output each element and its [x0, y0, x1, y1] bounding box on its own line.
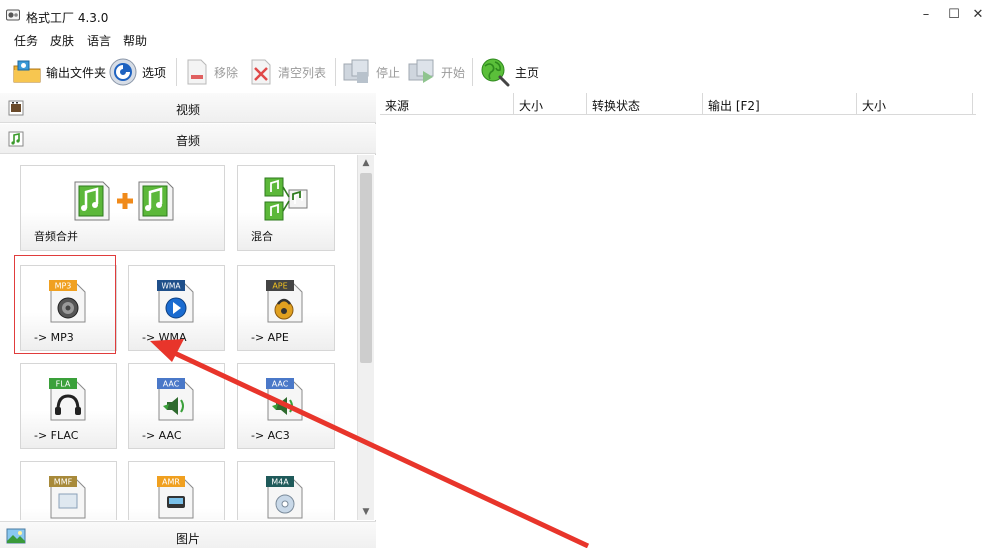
tile-to-flac[interactable]: FLA -> FLAC	[20, 363, 117, 449]
ape-icon: APE	[264, 278, 308, 324]
home-button[interactable]: 主页	[479, 56, 539, 88]
app-logo-icon	[6, 9, 20, 21]
svg-text:AAC: AAC	[272, 380, 289, 389]
menu-skin[interactable]: 皮肤	[50, 32, 74, 49]
svg-text:APE: APE	[272, 282, 287, 291]
svg-text:M4A: M4A	[271, 478, 289, 487]
tile-to-wma[interactable]: WMA -> WMA	[128, 265, 225, 351]
remove-button[interactable]: 移除	[184, 56, 238, 88]
clear-list-button[interactable]: 清空列表	[248, 56, 326, 88]
svg-text:FLA: FLA	[56, 380, 71, 389]
minimize-button[interactable]: –	[916, 6, 936, 24]
flac-icon: FLA	[47, 376, 91, 422]
aac-icon: AAC	[155, 376, 199, 422]
svg-text:WMA: WMA	[161, 282, 181, 291]
toolbar-separator	[176, 58, 177, 86]
audio-mix-icon	[263, 176, 309, 224]
amr-icon: AMR	[155, 474, 199, 520]
tile-to-aac[interactable]: AAC -> AAC	[128, 363, 225, 449]
stop-icon	[342, 58, 372, 86]
tile-to-ac3[interactable]: AAC -> AC3	[237, 363, 335, 449]
category-video[interactable]: 视频	[0, 93, 376, 123]
ac3-icon: AAC	[264, 376, 308, 422]
globe-icon	[479, 56, 511, 88]
column-status[interactable]: 转换状态	[587, 93, 703, 115]
scroll-thumb[interactable]	[360, 173, 372, 363]
svg-text:AMR: AMR	[162, 478, 180, 487]
category-panel: 视频 音频 音频合并 混合 MP3 -> MP3 WMA -> WMA APE …	[0, 93, 376, 548]
audio-merge-icon	[73, 178, 177, 224]
output-folder-button[interactable]: 输出文件夹	[12, 56, 106, 88]
tile-to-m4a[interactable]: M4A	[237, 461, 335, 520]
task-list-panel: 来源 大小 转换状态 输出 [F2] 大小	[378, 93, 989, 548]
tile-to-mmf[interactable]: MMF	[20, 461, 117, 520]
tile-audio-merge[interactable]: 音频合并	[20, 165, 225, 251]
column-source[interactable]: 来源	[380, 93, 514, 115]
toolbar-separator	[472, 58, 473, 86]
title-bar: 格式工厂 4.3.0 – ☐ ✕	[0, 0, 989, 30]
start-button[interactable]: 开始	[407, 56, 465, 88]
menu-language[interactable]: 语言	[87, 32, 111, 49]
tile-to-amr[interactable]: AMR	[128, 461, 225, 520]
menu-task[interactable]: 任务	[14, 32, 38, 49]
svg-text:AAC: AAC	[163, 380, 180, 389]
options-button[interactable]: 选项	[108, 56, 166, 88]
menu-bar: 任务 皮肤 语言 帮助	[0, 30, 989, 50]
gear-icon	[108, 57, 138, 87]
clear-icon	[248, 58, 274, 86]
scroll-up-arrow-icon[interactable]: ▲	[358, 155, 374, 171]
maximize-button[interactable]: ☐	[944, 6, 964, 24]
category-audio[interactable]: 音频	[0, 124, 376, 154]
tiles-scrollbar[interactable]: ▲ ▼	[357, 155, 374, 520]
category-image[interactable]: 图片	[0, 521, 376, 548]
tile-to-ape[interactable]: APE -> APE	[237, 265, 335, 351]
wma-icon: WMA	[155, 278, 199, 324]
tile-audio-mix[interactable]: 混合	[237, 165, 335, 251]
stop-button[interactable]: 停止	[342, 56, 400, 88]
scroll-down-arrow-icon[interactable]: ▼	[358, 504, 374, 520]
column-output-size[interactable]: 大小	[857, 93, 973, 115]
close-button[interactable]: ✕	[968, 6, 988, 24]
column-output[interactable]: 输出 [F2]	[703, 93, 857, 115]
window-title: 格式工厂 4.3.0	[26, 11, 109, 25]
menu-help[interactable]: 帮助	[123, 32, 147, 49]
selection-highlight	[14, 255, 116, 354]
audio-tiles: 音频合并 混合 MP3 -> MP3 WMA -> WMA APE -> APE…	[0, 155, 376, 520]
column-size[interactable]: 大小	[514, 93, 587, 115]
toolbar-separator	[335, 58, 336, 86]
remove-icon	[184, 58, 210, 86]
folder-icon	[12, 59, 42, 85]
mmf-icon: MMF	[47, 474, 91, 520]
m4a-icon: M4A	[264, 474, 308, 520]
task-list-header: 来源 大小 转换状态 输出 [F2] 大小	[380, 93, 976, 115]
toolbar: 输出文件夹 选项 移除 清空列表 停止 开始 主页	[0, 52, 989, 92]
svg-text:MMF: MMF	[54, 478, 73, 487]
play-icon	[407, 58, 437, 86]
